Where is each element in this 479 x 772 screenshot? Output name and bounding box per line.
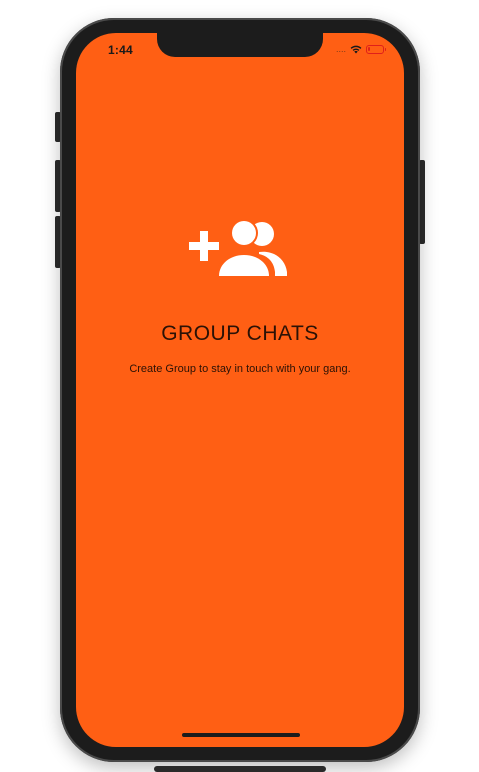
status-icons: ....	[335, 44, 386, 54]
notch	[157, 33, 323, 57]
device-stage: 1:44 .... GROUP CHATS Create Group to st…	[0, 0, 479, 772]
wifi-icon	[350, 45, 362, 53]
page-title: GROUP CHATS	[161, 322, 319, 345]
app-screen: 1:44 .... GROUP CHATS Create Group to st…	[76, 33, 404, 747]
device-stand	[154, 766, 326, 772]
signal-icon: ....	[335, 44, 346, 54]
add-group-icon	[189, 219, 287, 276]
battery-level	[368, 46, 370, 51]
status-time: 1:44	[108, 43, 133, 57]
home-indicator[interactable]	[182, 733, 300, 737]
page-subtitle: Create Group to stay in touch with your …	[129, 363, 351, 375]
battery-icon	[366, 44, 386, 54]
